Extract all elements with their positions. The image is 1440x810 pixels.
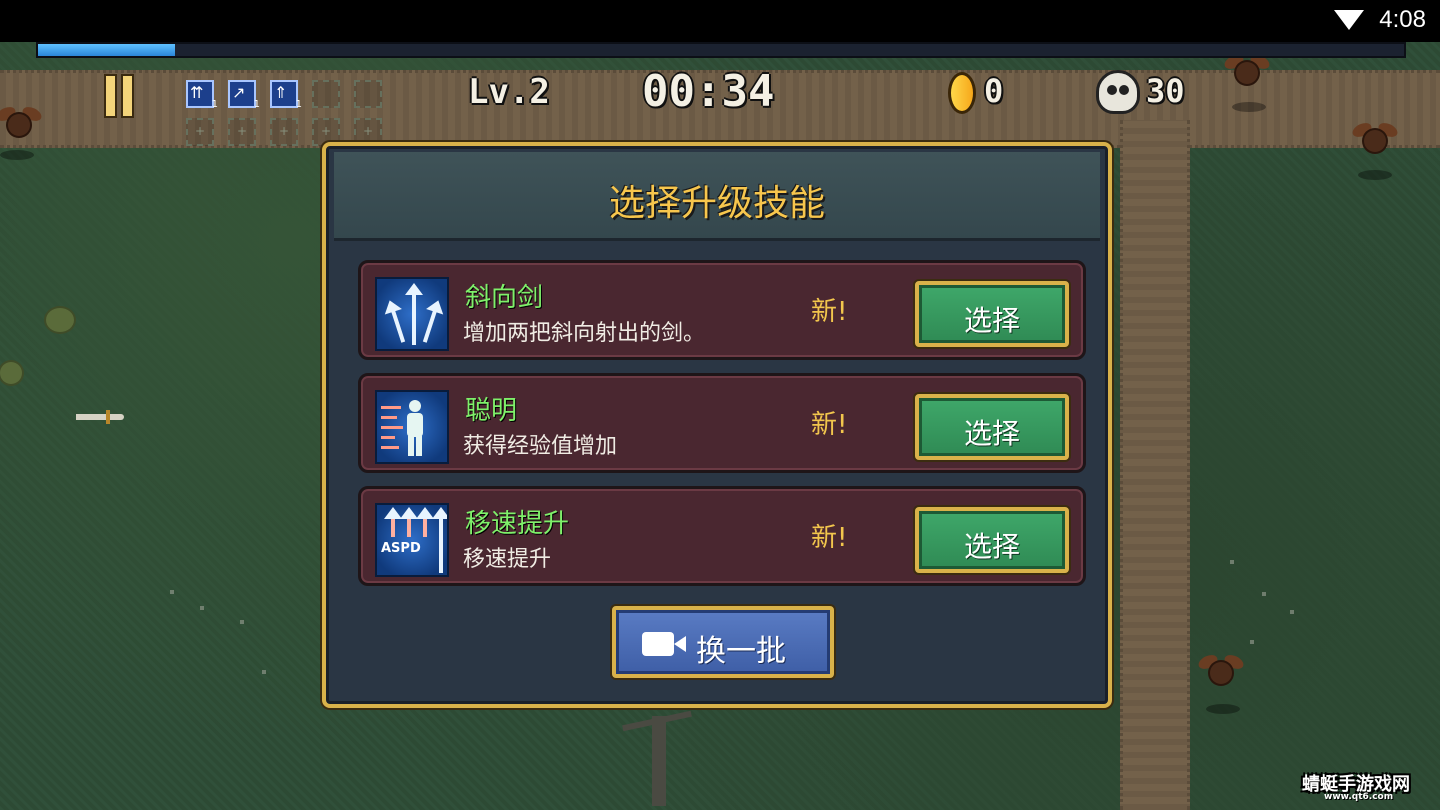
experience-fill <box>38 44 175 56</box>
enemy-shadow <box>1232 102 1266 112</box>
speed-up-icon: ⇑ <box>274 83 288 102</box>
kill-count: 30 <box>1146 72 1185 110</box>
skill-description: 获得经验值增加 <box>463 434 618 459</box>
experience-bar <box>36 42 1406 58</box>
skill-slot-empty <box>312 80 340 108</box>
dead-tree <box>612 706 702 810</box>
skill-name: 聪明 <box>465 396 518 426</box>
skill-option-card[interactable]: ASPD 移速提升 移速提升 新! 选择 <box>358 486 1086 586</box>
new-badge: 新! <box>811 297 848 327</box>
skill-option-card[interactable]: 聪明 获得经验值增加 新! 选择 <box>358 373 1086 473</box>
pause-icon <box>104 74 117 118</box>
video-camera-icon <box>642 632 686 656</box>
skull-icon <box>1096 70 1140 114</box>
skill-option-card[interactable]: 斜向剑 增加两把斜向射出的剑。 新! 选择 <box>358 260 1086 360</box>
bat-enemy <box>0 104 44 144</box>
skill-name: 移速提升 <box>465 509 570 539</box>
running-figure-icon <box>375 390 449 464</box>
skill-slot-3: ⇑ 1 <box>270 80 302 110</box>
site-watermark: 蜻蜓手游戏网 www.qt6.com <box>1302 774 1410 802</box>
enemy-shadow <box>1358 170 1392 180</box>
aspd-up-icon: ASPD <box>375 503 449 577</box>
select-button[interactable]: 选择 <box>915 507 1069 573</box>
reroll-button[interactable]: 换一批 <box>612 606 834 678</box>
select-button[interactable]: 选择 <box>915 281 1069 347</box>
wifi-icon <box>1334 10 1364 30</box>
passive-slot-empty: + <box>270 118 298 146</box>
enemy-shadow <box>0 150 34 160</box>
level-up-dialog: 选择升级技能 斜向剑 增加两把斜向射出的剑。 新! 选择 聪明 获得经验值增加 … <box>322 142 1112 708</box>
dialog-title: 选择升级技能 <box>608 183 825 224</box>
bush <box>46 308 74 332</box>
skill-description: 增加两把斜向射出的剑。 <box>463 321 706 346</box>
skill-slot-1: ⇈ 1 <box>186 80 218 110</box>
player-level: Lv.2 <box>468 72 550 112</box>
triple-arrow-icon <box>375 277 449 351</box>
bat-enemy <box>1196 652 1246 692</box>
coin-count: 0 <box>984 72 1004 110</box>
skill-description: 移速提升 <box>463 547 552 572</box>
skill-slot-empty <box>354 80 382 108</box>
system-status-bar: 4:08 <box>0 0 1440 42</box>
skill-slot-2: ↗ 1 <box>228 80 260 110</box>
bush <box>0 362 22 384</box>
dirt-road-vertical <box>1120 120 1190 810</box>
dialog-header: 选择升级技能 <box>334 152 1100 241</box>
new-badge: 新! <box>811 410 848 440</box>
skill-name: 斜向剑 <box>465 283 544 313</box>
new-badge: 新! <box>811 523 848 553</box>
passive-slot-empty: + <box>186 118 214 146</box>
pause-button[interactable] <box>104 74 134 118</box>
coin-icon <box>948 72 976 114</box>
passive-slot-empty: + <box>228 118 256 146</box>
bat-enemy <box>1350 120 1400 160</box>
select-button[interactable]: 选择 <box>915 394 1069 460</box>
enemy-shadow <box>1206 704 1240 714</box>
game-timer: 00:34 <box>642 66 775 117</box>
dropped-sword <box>76 410 124 424</box>
double-arrow-icon: ⇈ <box>190 83 204 102</box>
status-clock: 4:08 <box>1379 6 1426 33</box>
diagonal-sword-icon: ↗ <box>232 83 246 102</box>
bat-enemy <box>1222 52 1272 92</box>
